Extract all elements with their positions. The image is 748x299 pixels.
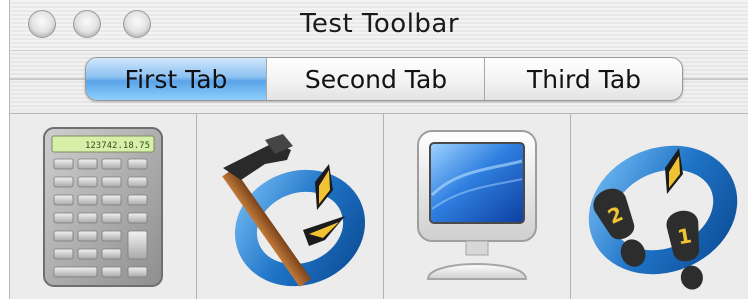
tab-third-label: Third Tab (526, 64, 642, 94)
toolbar-item-monitor[interactable] (384, 114, 571, 299)
app-window: Test Toolbar First Tab Second Tab Third … (9, 0, 748, 299)
toolbar-icon-row: 123742.18.75 2 1 (10, 113, 748, 299)
window-title: Test Toolbar (299, 9, 460, 39)
tab-segmented-control: First Tab Second Tab Third Tab (85, 57, 683, 101)
toolbar-item-hammer[interactable] (197, 114, 384, 299)
tab-second-label: Second Tab (304, 64, 448, 94)
footprints-quicktime-icon: 2 1 (588, 145, 738, 290)
toolbar-item-footprints[interactable]: 2 1 (571, 114, 748, 299)
tab-first-label: First Tab (124, 64, 228, 94)
title-bar[interactable]: Test Toolbar (10, 0, 748, 51)
tab-first[interactable]: First Tab (86, 58, 266, 100)
calculator-icon: 123742.18.75 (43, 126, 163, 287)
calculator-display: 123742.18.75 (85, 141, 150, 151)
toolbar-item-calculator[interactable]: 123742.18.75 (10, 114, 197, 299)
tab-third[interactable]: Third Tab (484, 58, 682, 100)
monitor-icon (417, 129, 537, 280)
hammer-quicktime-icon (222, 133, 366, 287)
tab-second[interactable]: Second Tab (266, 58, 485, 100)
